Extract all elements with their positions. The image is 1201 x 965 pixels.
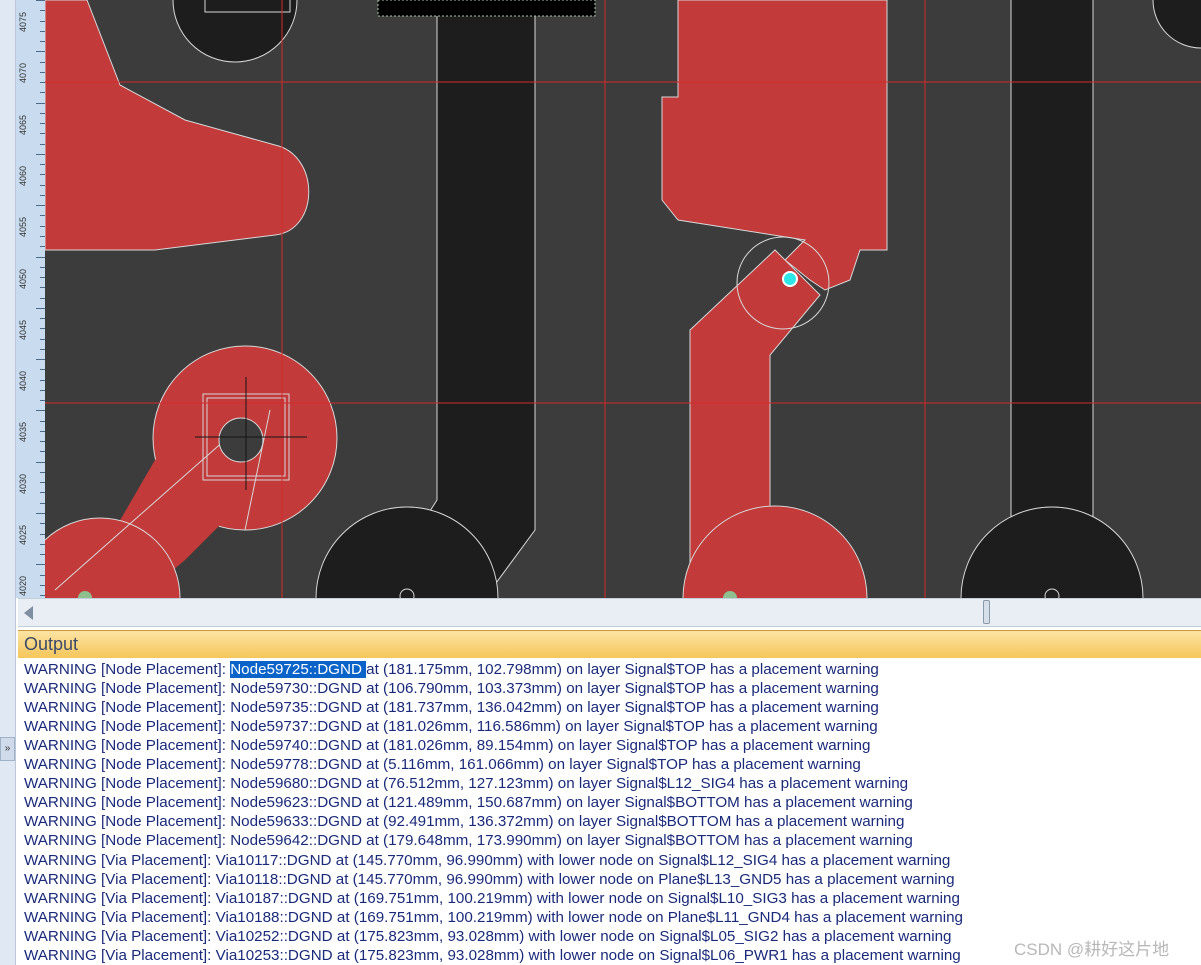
scrollbar-thumb[interactable]	[983, 600, 990, 624]
left-panel-strip: »	[0, 0, 16, 965]
log-text: WARNING [Node Placement]:	[24, 661, 231, 678]
bottom-pad	[960, 506, 1144, 598]
log-line[interactable]: WARNING [Node Placement]: Node59737::DGN…	[24, 717, 878, 736]
output-log[interactable]: WARNING [Node Placement]: Node59725::DGN…	[18, 658, 1201, 965]
log-text: WARNING [Via Placement]: Via10253::DGND …	[24, 946, 961, 964]
log-text: WARNING [Via Placement]: Via10252::DGND …	[24, 927, 952, 945]
top-copper-pour-right	[661, 0, 888, 291]
drill-hole	[218, 417, 264, 463]
log-text: WARNING [Node Placement]: Node59737::DGN…	[24, 718, 878, 736]
ruler-tick	[36, 461, 45, 463]
ruler-tick	[36, 102, 45, 104]
ruler-label: 4055	[18, 217, 28, 238]
log-line[interactable]: WARNING [Via Placement]: Via10187::DGND …	[24, 889, 960, 908]
ruler-label: 4030	[18, 473, 28, 494]
log-text: WARNING [Node Placement]: Node59642::DGN…	[24, 832, 913, 850]
log-text: WARNING [Node Placement]: Node59740::DGN…	[24, 737, 871, 755]
selected-node-marker[interactable]	[782, 271, 798, 287]
ruler-label: 4060	[18, 165, 28, 186]
ruler-label: 4020	[18, 576, 28, 597]
log-text: WARNING [Node Placement]: Node59633::DGN…	[24, 813, 905, 831]
ruler-label: 4065	[18, 114, 28, 135]
log-text: at (181.175mm, 102.798mm) on layer Signa…	[366, 661, 879, 678]
log-line[interactable]: WARNING [Node Placement]: Node59642::DGN…	[24, 831, 913, 850]
bottom-pad	[172, 0, 298, 63]
ruler-label: 4035	[18, 422, 28, 443]
log-line[interactable]: WARNING [Via Placement]: Via10253::DGND …	[24, 946, 961, 965]
ruler-tick	[36, 359, 45, 361]
ruler-tick	[36, 153, 45, 155]
bottom-rect-pad	[377, 0, 596, 17]
log-line[interactable]: WARNING [Node Placement]: Node59740::DGN…	[24, 736, 870, 755]
ruler-tick	[36, 307, 45, 309]
ruler-tick	[36, 564, 45, 566]
ruler-tick	[36, 205, 45, 207]
ruler-tick	[36, 410, 45, 412]
log-text: WARNING [Node Placement]: Node59735::DGN…	[24, 699, 879, 717]
pcb-layout-drawing	[45, 0, 1201, 598]
vertical-ruler: 4075 4070 4065 4060 4055 4050 4045 4040 4035 4030…	[16, 0, 46, 598]
log-text: WARNING [Via Placement]: Via10118::DGND …	[24, 870, 955, 888]
log-text: WARNING [Via Placement]: Via10187::DGND …	[24, 889, 960, 907]
log-line[interactable]: WARNING [Node Placement]: Node59633::DGN…	[24, 812, 904, 831]
double-chevron-down-icon: »	[4, 743, 11, 754]
ruler-label: 4040	[18, 371, 28, 392]
output-panel-header: Output	[18, 630, 1201, 659]
log-text: WARNING [Node Placement]: Node59680::DGN…	[24, 775, 909, 793]
log-text: WARNING [Node Placement]: Node59730::DGN…	[24, 680, 879, 698]
log-text: WARNING [Node Placement]: Node59623::DGN…	[24, 794, 913, 812]
log-line[interactable]: WARNING [Node Placement]: Node59735::DGN…	[24, 698, 879, 717]
log-text: WARNING [Via Placement]: Via10188::DGND …	[24, 908, 964, 926]
ruler-label: 4025	[18, 525, 28, 546]
log-line[interactable]: WARNING [Via Placement]: Via10117::DGND …	[24, 851, 950, 870]
log-text: WARNING [Node Placement]: Node59778::DGN…	[24, 756, 861, 774]
ruler-tick	[36, 51, 45, 53]
triangle-left-icon[interactable]	[24, 606, 33, 620]
log-text: WARNING [Via Placement]: Via10117::DGND …	[24, 851, 951, 869]
log-line[interactable]: WARNING [Via Placement]: Via10252::DGND …	[24, 927, 951, 946]
ruler-label: 4045	[18, 319, 28, 340]
ruler-tick	[36, 513, 45, 514]
log-line[interactable]: WARNING [Node Placement]: Node59623::DGN…	[24, 793, 913, 812]
log-line[interactable]: WARNING [Via Placement]: Via10118::DGND …	[24, 870, 955, 889]
bottom-pad	[1152, 0, 1201, 49]
ruler-tick	[36, 256, 45, 258]
ruler-label: 4050	[18, 268, 28, 289]
output-panel-title: Output	[24, 634, 79, 654]
log-line[interactable]: WARNING [Node Placement]: Node59778::DGN…	[24, 755, 861, 774]
ruler-label: 4075	[18, 12, 28, 33]
ruler-label: 4070	[18, 63, 28, 84]
log-line[interactable]: WARNING [Node Placement]: Node59680::DGN…	[24, 774, 908, 793]
watermark: CSDN @耕好这片地	[1014, 940, 1170, 959]
collapse-panel-button[interactable]: »	[0, 737, 15, 761]
log-line[interactable]: WARNING [Via Placement]: Via10188::DGND …	[24, 908, 963, 927]
pcb-canvas[interactable]	[45, 0, 1201, 598]
selected-text[interactable]: Node59725::DGND	[230, 661, 367, 678]
ruler-tick	[36, 0, 45, 1]
log-line[interactable]: WARNING [Node Placement]: Node59725::DGN…	[24, 660, 879, 679]
log-line[interactable]: WARNING [Node Placement]: Node59730::DGN…	[24, 679, 879, 698]
horizontal-scrollbar[interactable]	[18, 598, 1201, 627]
